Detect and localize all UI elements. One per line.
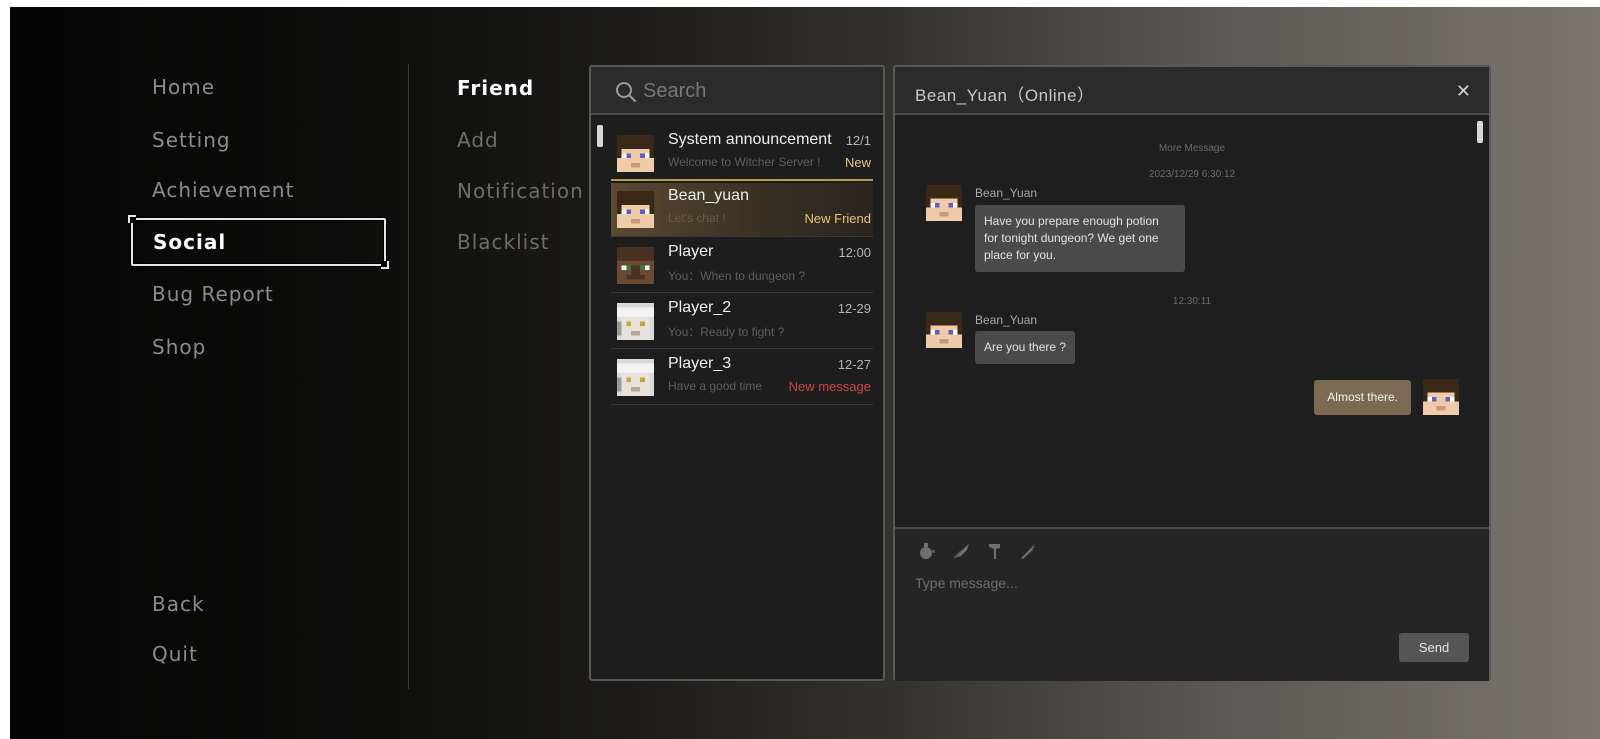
white-hair-avatar-icon: [617, 359, 654, 396]
message-timestamp: 2023/12/29 6:30:12: [1148, 169, 1236, 180]
message-timestamp: 12:30:11: [1172, 296, 1212, 307]
chat-scrollbar[interactable]: [1477, 121, 1483, 143]
tab-notification[interactable]: Notification: [457, 179, 584, 203]
game-ui-screen: Home Setting Achievement Social Bug Repo…: [10, 7, 1600, 739]
message-input[interactable]: [915, 571, 1415, 595]
menu-item-bug-report[interactable]: Bug Report: [152, 282, 274, 306]
friend-name: System announcement: [668, 131, 832, 148]
message-line: for tonight dungeon? We get one: [984, 231, 1159, 245]
main-menu: Home Setting Achievement Social Bug Repo…: [10, 7, 410, 739]
villager-avatar-icon: [617, 247, 654, 284]
feather-icon[interactable]: [951, 541, 971, 561]
tab-blacklist[interactable]: Blacklist: [457, 230, 550, 254]
tab-friend[interactable]: Friend: [457, 76, 534, 100]
search-icon[interactable]: [615, 81, 637, 103]
my-message-bubble: Almost there.: [1314, 380, 1411, 415]
more-message-link[interactable]: More Message: [895, 143, 1489, 154]
quit-button[interactable]: Quit: [152, 642, 198, 666]
search-input[interactable]: [643, 76, 863, 106]
menu-item-social[interactable]: Social: [128, 215, 389, 269]
steve-avatar-icon: [926, 185, 962, 221]
message-sender: Bean_Yuan: [975, 313, 1038, 327]
close-icon[interactable]: ✕: [1456, 81, 1471, 102]
carrot-icon[interactable]: [1017, 541, 1037, 561]
friend-badge: New: [844, 155, 871, 170]
friend-time: 12:00: [838, 245, 871, 260]
friend-time: 12/1: [845, 133, 871, 148]
friend-name: Bean_yuan: [668, 187, 749, 204]
steve-avatar-icon: [617, 191, 654, 228]
message-sender: Bean_Yuan: [975, 186, 1038, 200]
friend-time: 12-27: [837, 357, 871, 372]
friend-row-bean-yuan[interactable]: Bean_yuan Let's chat ! New Friend: [611, 183, 873, 237]
steve-avatar-icon: [617, 135, 654, 172]
message-line: place for you.: [984, 248, 1057, 262]
friend-last-message: Have a good time: [668, 379, 763, 393]
friend-time: 12-29: [837, 301, 871, 316]
friend-last-message: You：Ready to fight ?: [668, 325, 785, 339]
chat-title: Bean_Yuan（Online）: [915, 86, 1095, 105]
menu-item-achievement[interactable]: Achievement: [152, 178, 294, 202]
menu-divider: [408, 64, 409, 689]
message-bubble: Are you there ?: [975, 331, 1076, 364]
friends-panel: System announcement Welcome to Witcher S…: [589, 65, 885, 681]
friend-badge: New Friend: [804, 211, 871, 226]
search-bar: [591, 67, 883, 115]
friend-row-system-announcement[interactable]: System announcement Welcome to Witcher S…: [611, 127, 873, 181]
menu-item-setting[interactable]: Setting: [152, 128, 231, 152]
tab-add[interactable]: Add: [457, 128, 499, 152]
send-button[interactable]: Send: [1399, 633, 1469, 662]
friend-name: Player: [668, 243, 714, 260]
friend-last-message: Welcome to Witcher Server !: [668, 155, 821, 169]
message-composer: Send: [895, 527, 1489, 681]
white-hair-avatar-icon: [617, 303, 654, 340]
chat-header: Bean_Yuan（Online） ✕: [895, 67, 1489, 115]
friend-last-message: You：When to dungeon ?: [668, 269, 805, 283]
message-bubble: Have you prepare enough potion for tonig…: [975, 205, 1185, 272]
friend-last-message: Let's chat !: [668, 211, 726, 225]
friend-row-player[interactable]: Player You：When to dungeon ? 12:00: [611, 239, 873, 293]
friend-name: Player_3: [668, 355, 732, 372]
back-button[interactable]: Back: [152, 592, 205, 616]
chat-panel: Bean_Yuan（Online） ✕ More Message 2023/12…: [893, 65, 1491, 681]
friend-list-scrollbar[interactable]: [597, 125, 603, 147]
friend-badge: New message: [788, 379, 871, 394]
message-line: Are you there ?: [984, 340, 1067, 354]
friend-row-player-2[interactable]: Player_2 You：Ready to fight ? 12-29: [611, 295, 873, 349]
menu-item-home[interactable]: Home: [152, 75, 215, 99]
potion-icon[interactable]: [917, 541, 937, 561]
friend-name: Player_2: [668, 299, 732, 316]
message-line: Have you prepare enough potion: [984, 214, 1159, 228]
steve-avatar-icon: [1423, 379, 1459, 415]
friend-row-player-3[interactable]: Player_3 Have a good time 12-27 New mess…: [611, 351, 873, 405]
axe-icon[interactable]: [985, 541, 1005, 561]
menu-item-shop[interactable]: Shop: [152, 335, 206, 359]
steve-avatar-icon: [926, 312, 962, 348]
message-line: Almost there.: [1327, 390, 1398, 404]
